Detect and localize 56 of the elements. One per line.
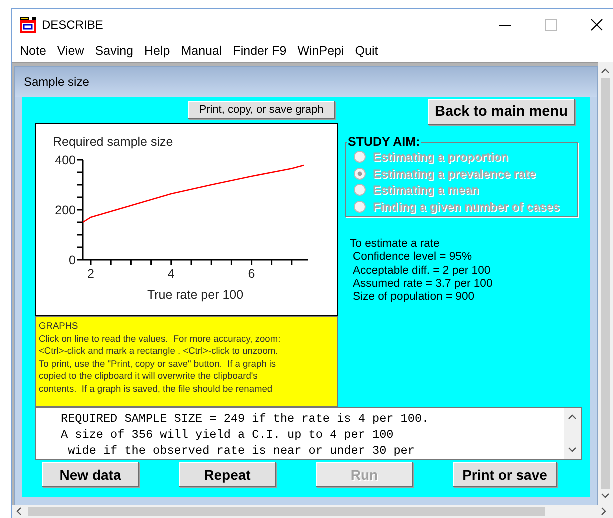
action-button: Run (316, 462, 413, 487)
back-to-main-menu-button[interactable]: Back to main menu (428, 99, 575, 125)
summary-heading: To estimate a rate (350, 238, 441, 252)
result-line: wide if the observed rate is near or under 30 per (67, 443, 416, 459)
print-graph-button[interactable]: Print, copy, or save graph (188, 101, 335, 119)
tick-label: 4 (168, 267, 175, 281)
chart-title: Required sample size (53, 135, 174, 149)
close-icon[interactable] (591, 18, 603, 30)
note-text: Click on line to read the values. For more accuracy, zoom: (39, 332, 282, 345)
menu-item[interactable]: Note (20, 44, 52, 58)
group-title: STUDY AIM: (347, 135, 422, 149)
scroll-up-icon[interactable] (568, 414, 577, 420)
tick-label: 6 (248, 267, 256, 281)
note-text: copied to the clipboard it will overwrite the clipboard's (39, 370, 259, 382)
scroll-left-icon[interactable] (16, 507, 22, 516)
scroll-down-icon[interactable] (601, 493, 610, 499)
results-scrollbar[interactable] (564, 408, 581, 459)
menu-item[interactable]: Help (144, 44, 176, 58)
result-line: REQUIRED SAMPLE SIZE = 249 if the rate is 4 per 100. (61, 411, 430, 427)
radio-label: Estimating a prevalence rate (373, 166, 536, 181)
horizontal-scrollbar[interactable] (12, 505, 613, 518)
x-axis-title: True rate per 100 (147, 288, 244, 302)
note-text: To print, use the "Print, copy or save" button. If a graph is (39, 358, 278, 370)
note-text: contents. If a graph is saved, the file should be renamed (39, 382, 274, 395)
radio-label: Finding a given number of cases (373, 200, 560, 214)
menu-item[interactable]: Quit (355, 44, 384, 58)
action-button[interactable]: Print or save (453, 462, 557, 487)
data-line[interactable] (82, 164, 304, 224)
menu-item[interactable]: Manual (181, 44, 228, 58)
menu-item[interactable]: Finder F9 (233, 44, 292, 58)
note-text: <Ctrl>-click and mark a rectangle . <Ctrl>-click to unzoom. (39, 345, 280, 358)
radio-label: Estimating a mean (373, 183, 480, 198)
child-window-title: Sample size (15, 67, 597, 97)
note-heading: GRAPHS (39, 320, 80, 332)
window-title: DESCRIBE (42, 18, 104, 32)
menu-item[interactable]: Saving (95, 44, 139, 58)
vertical-scrollbar[interactable] (598, 62, 613, 505)
maximize-icon (545, 18, 557, 30)
summary-line: Assumed rate = 3.7 per 100 (352, 278, 494, 292)
scroll-up-icon[interactable] (601, 68, 610, 74)
summary-line: Acceptable diff. = 2 per 100 (352, 264, 492, 278)
menu-item[interactable]: WinPepi (298, 44, 350, 58)
tick-label: 2 (88, 267, 94, 281)
menu-item[interactable]: View (57, 44, 90, 58)
summary-line: Confidence level = 95% (352, 251, 474, 265)
radio-label: Estimating a proportion (373, 150, 508, 164)
summary-line: Size of population = 900 (352, 291, 476, 304)
tick-label: 400 (55, 154, 76, 168)
app-icon (20, 16, 36, 32)
result-line: A size of 356 will yield a C.I. up to 4 per 100 (61, 427, 395, 443)
scroll-right-icon[interactable] (601, 507, 607, 516)
scroll-down-icon[interactable] (568, 447, 577, 453)
tick-label: 200 (55, 204, 76, 218)
action-button[interactable]: New data (42, 462, 139, 487)
action-button[interactable]: Repeat (179, 462, 276, 487)
tick-label: 0 (69, 254, 76, 268)
